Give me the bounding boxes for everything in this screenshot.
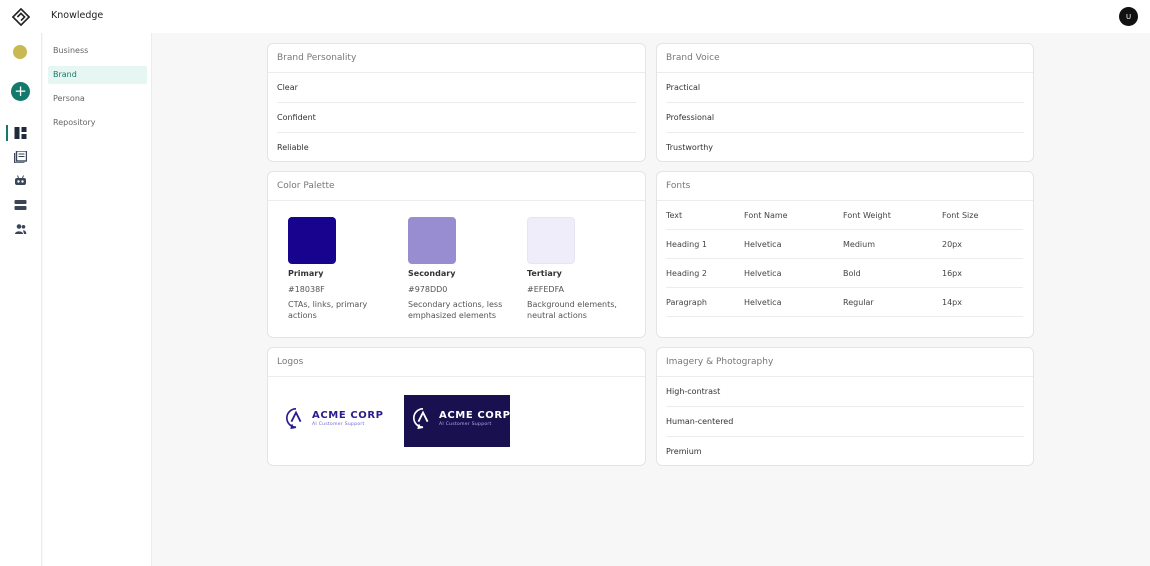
table-row: Heading 2 Helvetica Bold 16px bbox=[666, 259, 1023, 288]
imagery-card: Imagery & Photography High-contrast Huma… bbox=[656, 347, 1034, 466]
table-cell: Bold bbox=[843, 269, 861, 278]
swatch-hex: #18038F bbox=[288, 285, 325, 294]
knowledge-subnav: Business Brand Persona Repository bbox=[43, 33, 152, 566]
table-cell: Paragraph bbox=[666, 298, 707, 307]
logo-tagline: AI Customer Support bbox=[312, 421, 365, 427]
user-avatar[interactable]: U bbox=[1119, 7, 1138, 26]
list-item: Human-centered bbox=[666, 407, 1024, 437]
robot-icon[interactable] bbox=[14, 175, 27, 187]
swatch-hex: #EFEDFA bbox=[527, 285, 564, 294]
table-cell: Helvetica bbox=[744, 269, 782, 278]
column-header: Text bbox=[666, 211, 683, 220]
card-title: Imagery & Photography bbox=[657, 348, 1033, 377]
brand-personality-card: Brand Personality Clear Confident Reliab… bbox=[267, 43, 646, 162]
table-cell: 16px bbox=[942, 269, 962, 278]
list-item: Premium bbox=[666, 447, 702, 456]
list-item: Clear bbox=[277, 73, 636, 103]
brand-voice-card: Brand Voice Practical Professional Trust… bbox=[656, 43, 1034, 162]
fonts-card: Fonts Text Font Name Font Weight Font Si… bbox=[656, 171, 1034, 338]
card-title: Fonts bbox=[657, 172, 1033, 201]
library-icon[interactable] bbox=[14, 151, 27, 163]
logo-name: ACME CORP bbox=[439, 409, 511, 421]
logo-name: ACME CORP bbox=[312, 409, 384, 421]
column-header: Font Size bbox=[942, 211, 979, 220]
swatch-primary bbox=[288, 217, 336, 264]
logo-dark: ACME CORP AI Customer Support bbox=[412, 407, 511, 429]
list-item: Trustworthy bbox=[666, 143, 714, 152]
storage-icon[interactable] bbox=[14, 199, 27, 211]
add-button[interactable]: + bbox=[11, 82, 30, 101]
swatch-description: CTAs, links, primary actions bbox=[288, 300, 368, 320]
active-indicator bbox=[6, 125, 8, 141]
dashboard-icon[interactable] bbox=[14, 127, 27, 139]
fonts-header-row: Text Font Name Font Weight Font Size bbox=[666, 201, 1023, 230]
acme-logo-icon bbox=[413, 408, 429, 429]
swatch-description: Secondary actions, less emphasized eleme… bbox=[408, 300, 503, 320]
list-item: High-contrast bbox=[666, 377, 1024, 407]
icon-rail: + bbox=[0, 33, 42, 566]
column-header: Font Name bbox=[744, 211, 788, 220]
table-cell: Regular bbox=[843, 298, 874, 307]
swatch-name: Secondary bbox=[408, 269, 456, 278]
subnav-item-business[interactable]: Business bbox=[48, 42, 147, 60]
swatch-tertiary bbox=[527, 217, 575, 264]
subnav-item-repository[interactable]: Repository bbox=[48, 114, 147, 132]
table-cell: Heading 2 bbox=[666, 269, 707, 278]
logo-tagline: AI Customer Support bbox=[439, 421, 492, 427]
swatch-name: Tertiary bbox=[527, 269, 562, 278]
logo-light: ACME CORP AI Customer Support bbox=[285, 407, 384, 429]
subnav-item-brand[interactable]: Brand bbox=[48, 66, 147, 84]
list-item: Practical bbox=[666, 73, 1024, 103]
logos-card: Logos ACME CORP AI Customer Support ACME… bbox=[267, 347, 646, 466]
swatch-secondary bbox=[408, 217, 456, 264]
table-cell: Heading 1 bbox=[666, 240, 707, 249]
swatch-name: Primary bbox=[288, 269, 324, 278]
list-item: Reliable bbox=[277, 143, 309, 152]
workspace-dot[interactable] bbox=[13, 45, 27, 59]
page-title: Knowledge bbox=[51, 10, 104, 21]
color-palette-card: Color Palette Primary #18038F CTAs, link… bbox=[267, 171, 646, 338]
table-cell: Medium bbox=[843, 240, 875, 249]
card-title: Brand Voice bbox=[657, 44, 1033, 73]
people-icon[interactable] bbox=[14, 223, 27, 235]
table-cell: 14px bbox=[942, 298, 962, 307]
list-item: Professional bbox=[666, 103, 1024, 133]
subnav-item-persona[interactable]: Persona bbox=[48, 90, 147, 108]
app-logo-icon[interactable] bbox=[12, 8, 30, 26]
top-header: Knowledge U bbox=[0, 0, 1150, 33]
swatch-hex: #978DD0 bbox=[408, 285, 448, 294]
list-item: Confident bbox=[277, 103, 636, 133]
card-title: Brand Personality bbox=[268, 44, 645, 73]
acme-logo-icon bbox=[286, 408, 302, 429]
swatch-description: Background elements, neutral actions bbox=[527, 300, 617, 320]
table-cell: Helvetica bbox=[744, 240, 782, 249]
table-row: Heading 1 Helvetica Medium 20px bbox=[666, 230, 1023, 259]
card-title: Logos bbox=[268, 348, 645, 377]
table-cell: 20px bbox=[942, 240, 962, 249]
table-row: Paragraph Helvetica Regular 14px bbox=[666, 288, 1023, 317]
card-title: Color Palette bbox=[268, 172, 645, 201]
table-cell: Helvetica bbox=[744, 298, 782, 307]
column-header: Font Weight bbox=[843, 211, 891, 220]
